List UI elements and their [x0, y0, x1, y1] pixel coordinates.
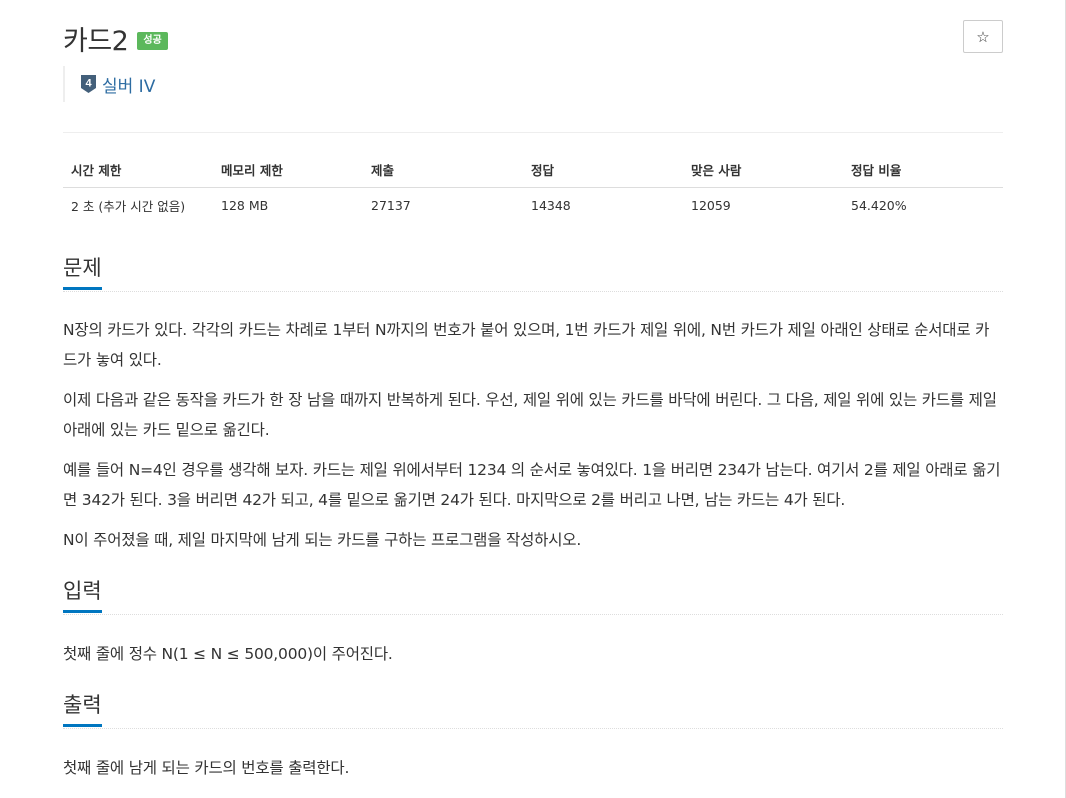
submissions-value: 27137: [371, 198, 411, 213]
problem-paragraph: 예를 들어 N=4인 경우를 생각해 보자. 카드는 제일 위에서부터 1234…: [63, 461, 1001, 509]
table-header-row: 시간 제한 메모리 제한 제출 정답 맞은 사람 정답 비율: [63, 152, 1003, 188]
table-row: 2 초 (추가 시간 없음) 128 MB 27137 14348 12059 …: [63, 188, 1003, 223]
problem-info-table: 시간 제한 메모리 제한 제출 정답 맞은 사람 정답 비율 2 초 (추가 시…: [63, 152, 1003, 223]
problem-paragraph: N이 주어졌을 때, 제일 마지막에 남게 되는 카드를 구하는 프로그램을 작…: [63, 531, 582, 549]
solvers-value: 12059: [691, 198, 731, 213]
header-memory-limit: 메모리 제한: [221, 163, 283, 178]
output-paragraph: 첫째 줄에 남게 되는 카드의 번호를 출력한다.: [63, 759, 350, 777]
status-badge: 성공: [137, 32, 168, 50]
problem-paragraph: 이제 다음과 같은 동작을 카드가 한 장 남을 때까지 반복하게 된다. 우선…: [63, 391, 997, 439]
header-accept-ratio: 정답 비율: [851, 163, 902, 178]
section-input-heading: 입력: [63, 578, 1003, 615]
tier-block: 4 실버 IV: [63, 66, 155, 102]
input-paragraph: 첫째 줄에 정수 N(1 ≤ N ≤ 500,000)이 주어진다.: [63, 645, 393, 663]
accept-ratio-value: 54.420%: [851, 198, 907, 213]
tier-badge-icon: 4: [81, 75, 96, 93]
input-heading-text: 입력: [63, 578, 102, 613]
favorite-button[interactable]: ☆: [963, 20, 1003, 53]
header-submissions: 제출: [371, 163, 395, 178]
header-accepted: 정답: [531, 163, 555, 178]
tier-number: 4: [85, 78, 92, 90]
star-icon: ☆: [976, 27, 990, 46]
problem-heading-text: 문제: [63, 255, 102, 290]
tier-label[interactable]: 실버 IV: [102, 72, 155, 97]
section-problem-heading: 문제: [63, 255, 1003, 292]
time-limit-value: 2 초 (추가 시간 없음): [71, 199, 186, 214]
title-row: 카드2 성공: [63, 18, 168, 58]
section-output-heading: 출력: [63, 692, 1003, 729]
accepted-value: 14348: [531, 198, 571, 213]
divider: [63, 132, 1003, 133]
problem-paragraph: N장의 카드가 있다. 각각의 카드는 차례로 1부터 N까지의 번호가 붙어 …: [63, 321, 990, 369]
header-time-limit: 시간 제한: [71, 163, 122, 178]
problem-title: 카드2: [63, 25, 129, 57]
memory-limit-value: 128 MB: [221, 198, 269, 213]
output-heading-text: 출력: [63, 692, 102, 727]
header-solvers: 맞은 사람: [691, 163, 742, 178]
